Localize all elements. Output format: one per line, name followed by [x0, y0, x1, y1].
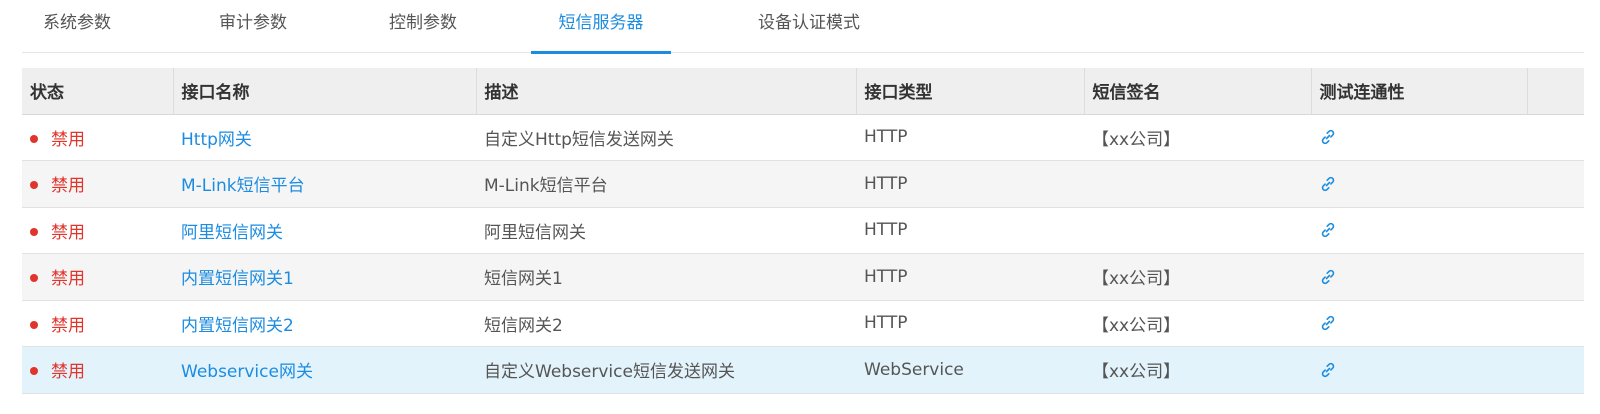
- status-dot-icon: [30, 227, 38, 236]
- sms-signature-cell: [1084, 160, 1311, 208]
- test-connectivity-cell: [1311, 300, 1527, 347]
- column-header-interface-name[interactable]: 接口名称: [173, 68, 477, 115]
- link-icon[interactable]: [1319, 361, 1337, 379]
- status-text: 禁用: [51, 362, 85, 383]
- filler-cell: [1527, 300, 1584, 347]
- status-badge: 禁用: [30, 176, 85, 196]
- interface-name-link[interactable]: Http网关: [181, 130, 252, 150]
- status-dot-icon: [30, 367, 38, 376]
- tab-system-params[interactable]: 系统参数: [22, 0, 132, 53]
- status-cell: 禁用: [22, 114, 173, 161]
- interface-name-link[interactable]: Webservice网关: [181, 362, 313, 382]
- status-text: 禁用: [51, 129, 85, 150]
- filler-cell: [1527, 253, 1584, 301]
- status-dot-icon: [30, 181, 38, 190]
- settings-tabs: 系统参数 审计参数 控制参数 短信服务器 设备认证模式: [22, 0, 1584, 54]
- status-badge: 禁用: [30, 316, 85, 336]
- tab-audit-params[interactable]: 审计参数: [190, 0, 316, 53]
- test-connectivity-cell: [1311, 253, 1527, 301]
- interface-name-link[interactable]: 内置短信网关2: [181, 316, 294, 336]
- sms-signature-cell: 【xx公司】: [1084, 114, 1311, 161]
- interface-type-cell: HTTP: [856, 253, 1084, 301]
- table-row[interactable]: 禁用 内置短信网关1 短信网关1 HTTP 【xx公司】: [22, 253, 1584, 301]
- interface-type-cell: HTTP: [856, 207, 1084, 254]
- link-icon[interactable]: [1319, 268, 1337, 286]
- filler-cell: [1527, 207, 1584, 254]
- link-icon[interactable]: [1319, 175, 1337, 193]
- column-header-status[interactable]: 状态: [22, 68, 174, 115]
- filler-cell: [1527, 160, 1584, 208]
- interface-type-cell: WebService: [856, 346, 1084, 394]
- table-row[interactable]: 禁用 Http网关 自定义Http短信发送网关 HTTP 【xx公司】: [22, 114, 1584, 161]
- tab-control-params[interactable]: 控制参数: [358, 0, 488, 53]
- status-dot-icon: [30, 274, 38, 283]
- sms-gateway-table: 状态 接口名称 描述 接口类型 短信签名 测试连通性 禁用 Http网关 自定义Ht…: [22, 68, 1584, 394]
- column-header-sms-signature[interactable]: 短信签名: [1084, 68, 1312, 115]
- column-header-interface-type[interactable]: 接口类型: [856, 68, 1085, 115]
- status-dot-icon: [30, 320, 38, 329]
- status-badge: 禁用: [30, 269, 85, 289]
- status-text: 禁用: [51, 176, 85, 197]
- status-badge: 禁用: [30, 223, 85, 243]
- interface-name-cell: 内置短信网关1: [173, 253, 476, 301]
- table-row[interactable]: 禁用 M-Link短信平台 M-Link短信平台 HTTP: [22, 160, 1584, 208]
- status-badge: 禁用: [30, 362, 85, 382]
- filler-cell: [1527, 114, 1584, 161]
- column-header-description[interactable]: 描述: [476, 68, 857, 115]
- link-icon[interactable]: [1319, 128, 1337, 146]
- interface-name-link[interactable]: M-Link短信平台: [181, 176, 305, 196]
- table-row[interactable]: 禁用 阿里短信网关 阿里短信网关 HTTP: [22, 207, 1584, 254]
- test-connectivity-cell: [1311, 207, 1527, 254]
- description-cell: 自定义Http短信发送网关: [476, 114, 856, 161]
- interface-name-cell: M-Link短信平台: [173, 160, 476, 208]
- description-cell: 短信网关1: [476, 253, 856, 301]
- status-cell: 禁用: [22, 253, 173, 301]
- interface-name-cell: Webservice网关: [173, 346, 476, 394]
- status-badge: 禁用: [30, 130, 85, 150]
- sms-signature-cell: 【xx公司】: [1084, 346, 1311, 394]
- interface-name-cell: 阿里短信网关: [173, 207, 476, 254]
- sms-signature-cell: [1084, 207, 1311, 254]
- status-dot-icon: [30, 134, 38, 143]
- sms-signature-cell: 【xx公司】: [1084, 300, 1311, 347]
- tab-device-auth-mode[interactable]: 设备认证模式: [732, 0, 886, 53]
- link-icon[interactable]: [1319, 314, 1337, 332]
- status-cell: 禁用: [22, 160, 173, 208]
- table-row[interactable]: 禁用 内置短信网关2 短信网关2 HTTP 【xx公司】: [22, 300, 1584, 347]
- test-connectivity-cell: [1311, 346, 1527, 394]
- filler-cell: [1527, 346, 1584, 394]
- test-connectivity-cell: [1311, 114, 1527, 161]
- description-cell: 阿里短信网关: [476, 207, 856, 254]
- status-text: 禁用: [51, 315, 85, 336]
- column-header-filler: [1527, 68, 1584, 115]
- status-text: 禁用: [51, 222, 85, 243]
- interface-name-link[interactable]: 内置短信网关1: [181, 269, 294, 289]
- interface-type-cell: HTTP: [856, 160, 1084, 208]
- column-header-test-connectivity[interactable]: 测试连通性: [1311, 68, 1528, 115]
- table-header-row: 状态 接口名称 描述 接口类型 短信签名 测试连通性: [22, 68, 1584, 115]
- status-cell: 禁用: [22, 346, 173, 394]
- interface-name-link[interactable]: 阿里短信网关: [181, 223, 283, 243]
- description-cell: M-Link短信平台: [476, 160, 856, 208]
- interface-name-cell: 内置短信网关2: [173, 300, 476, 347]
- link-icon[interactable]: [1319, 221, 1337, 239]
- sms-signature-cell: 【xx公司】: [1084, 253, 1311, 301]
- interface-type-cell: HTTP: [856, 300, 1084, 347]
- description-cell: 短信网关2: [476, 300, 856, 347]
- tab-sms-server[interactable]: 短信服务器: [531, 0, 671, 54]
- description-cell: 自定义Webservice短信发送网关: [476, 346, 856, 394]
- status-cell: 禁用: [22, 300, 173, 347]
- table-row[interactable]: 禁用 Webservice网关 自定义Webservice短信发送网关 WebServ…: [22, 346, 1584, 394]
- status-text: 禁用: [51, 269, 85, 290]
- test-connectivity-cell: [1311, 160, 1527, 208]
- interface-type-cell: HTTP: [856, 114, 1084, 161]
- status-cell: 禁用: [22, 207, 173, 254]
- interface-name-cell: Http网关: [173, 114, 476, 161]
